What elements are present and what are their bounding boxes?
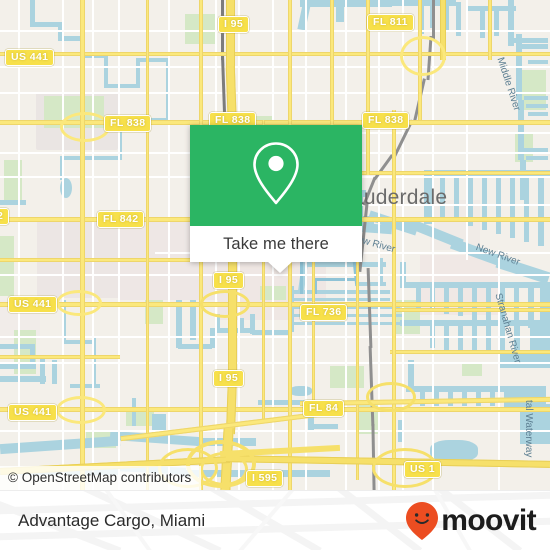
highway-shield: US 1: [404, 461, 441, 478]
moovit-wordmark: moovit: [441, 503, 536, 537]
highway-shield: US 441: [8, 404, 58, 421]
callout-action-bar[interactable]: Take me there: [190, 226, 362, 262]
highway-shield: US 441: [8, 296, 58, 313]
highway-shield: I 95: [213, 272, 245, 289]
highway-shield: FL 736: [300, 304, 348, 321]
highway-shield: FL 838: [104, 115, 152, 132]
callout-image-panel: [190, 125, 362, 226]
highway-shield: I 95: [218, 16, 250, 33]
moovit-brand[interactable]: moovit: [405, 501, 537, 541]
highway-shield: FL 842: [97, 211, 145, 228]
highway-shield: US 441: [5, 49, 55, 66]
highway-shield: FL 811: [367, 14, 414, 31]
highway-shield: FL 84: [303, 400, 345, 417]
footer-bar: Advantage Cargo, Miami moovit: [0, 490, 550, 550]
destination-callout[interactable]: Take me there: [190, 125, 362, 273]
map-pin-icon: [249, 140, 303, 211]
moovit-smiling-pin-icon: [405, 501, 439, 541]
take-me-there-label: Take me there: [223, 234, 329, 253]
moovit-place-card: auderdale Middle River New River New Riv…: [0, 0, 550, 550]
osm-attribution[interactable]: © OpenStreetMap contributors: [0, 466, 202, 490]
map-canvas[interactable]: auderdale Middle River New River New Riv…: [0, 0, 550, 490]
place-title: Advantage Cargo, Miami: [18, 510, 206, 530]
highway-shield: FL 838: [362, 112, 410, 129]
callout-pointer: [267, 261, 293, 273]
highway-shield: I 595: [246, 470, 284, 487]
highway-shield: I 95: [213, 370, 245, 387]
highway-shield: 2: [0, 208, 10, 225]
